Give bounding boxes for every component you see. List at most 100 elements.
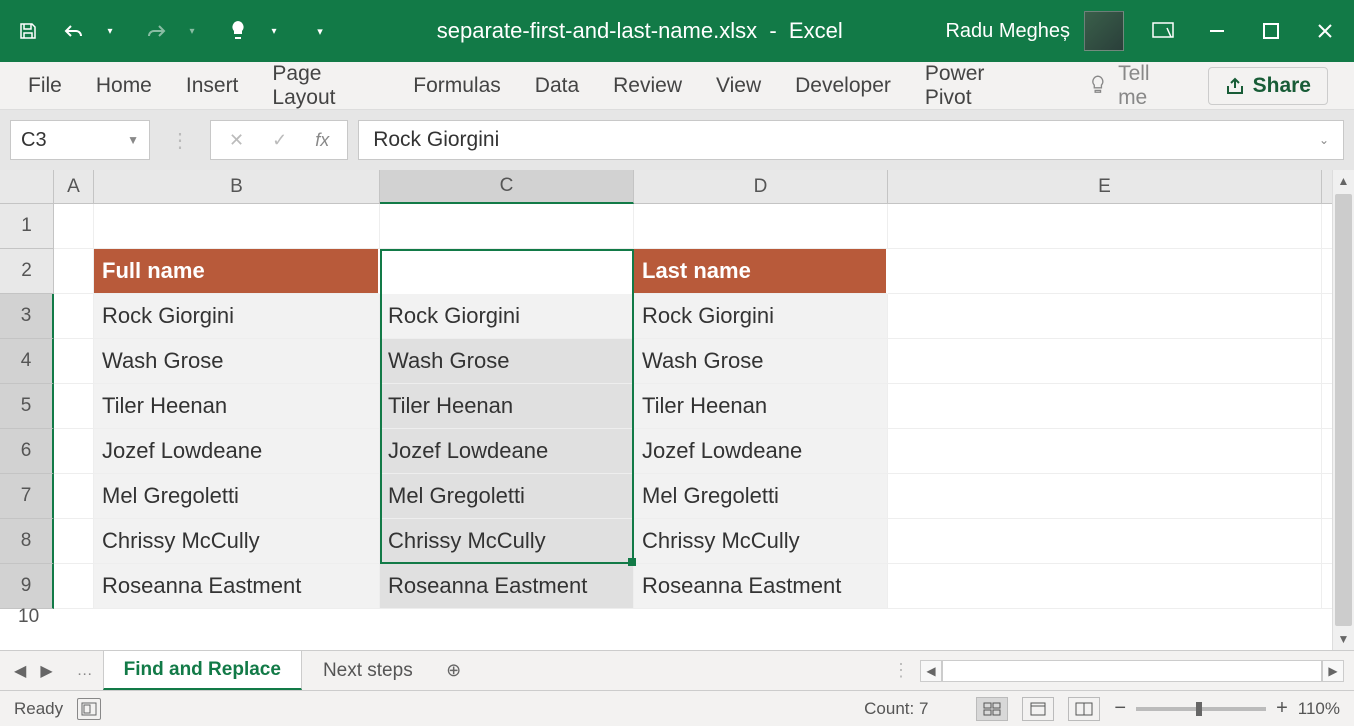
zoom-level[interactable]: 110% xyxy=(1298,699,1340,719)
zoom-slider[interactable] xyxy=(1136,707,1266,711)
table-cell[interactable]: Mel Gregoletti xyxy=(94,474,380,519)
col-header-b[interactable]: B xyxy=(94,170,380,204)
col-header-c[interactable]: C xyxy=(380,170,634,204)
table-cell[interactable]: Tiler Heenan xyxy=(634,384,888,429)
cell[interactable] xyxy=(54,294,94,339)
table-header[interactable]: First name xyxy=(380,249,634,294)
table-cell[interactable]: Mel Gregoletti xyxy=(634,474,888,519)
tab-developer[interactable]: Developer xyxy=(793,68,893,104)
spreadsheet-grid[interactable]: A B C D E 1 2 Full name First name Last … xyxy=(0,170,1354,650)
zoom-in-button[interactable]: + xyxy=(1276,697,1288,720)
table-cell[interactable]: Tiler Heenan xyxy=(94,384,380,429)
table-cell[interactable]: Roseanna Eastment xyxy=(94,564,380,609)
tab-view[interactable]: View xyxy=(714,68,763,104)
cell[interactable] xyxy=(54,474,94,519)
scroll-left-icon[interactable]: ◀ xyxy=(920,660,942,682)
tab-home[interactable]: Home xyxy=(94,68,154,104)
sheet-tab-active[interactable]: Find and Replace xyxy=(103,651,302,690)
view-page-layout-icon[interactable] xyxy=(1022,697,1054,721)
row-header-9[interactable]: 9 xyxy=(0,564,54,609)
zoom-slider-thumb[interactable] xyxy=(1196,702,1202,716)
cell[interactable] xyxy=(888,249,1322,294)
scroll-right-icon[interactable]: ▶ xyxy=(1322,660,1344,682)
row-header-3[interactable]: 3 xyxy=(0,294,54,339)
sheet-nav-prev-icon[interactable]: ◀ xyxy=(10,659,30,683)
save-icon[interactable] xyxy=(14,17,42,45)
ideas-icon[interactable] xyxy=(224,17,252,45)
formula-input[interactable]: Rock Giorgini ⌄ xyxy=(358,120,1344,160)
col-header-d[interactable]: D xyxy=(634,170,888,204)
zoom-out-button[interactable]: − xyxy=(1114,697,1126,720)
horizontal-scrollbar[interactable]: ◀ ▶ xyxy=(920,660,1344,682)
select-all-corner[interactable] xyxy=(0,170,54,204)
ribbon-display-icon[interactable] xyxy=(1148,16,1178,46)
scroll-down-icon[interactable]: ▼ xyxy=(1333,628,1354,650)
row-header-5[interactable]: 5 xyxy=(0,384,54,429)
redo-dropdown-icon[interactable]: ▾ xyxy=(178,17,206,45)
minimize-icon[interactable] xyxy=(1202,16,1232,46)
cell[interactable] xyxy=(54,249,94,294)
table-cell[interactable]: Tiler Heenan xyxy=(380,384,634,429)
col-header-a[interactable]: A xyxy=(54,170,94,204)
tab-insert[interactable]: Insert xyxy=(184,68,241,104)
table-cell[interactable]: Chrissy McCully xyxy=(94,519,380,564)
table-cell[interactable]: Roseanna Eastment xyxy=(634,564,888,609)
cell[interactable] xyxy=(888,474,1322,519)
cell[interactable] xyxy=(888,339,1322,384)
sheet-tabs-ellipsis[interactable]: … xyxy=(67,662,103,680)
cell[interactable] xyxy=(634,204,888,249)
table-header[interactable]: Full name xyxy=(94,249,380,294)
name-box-dropdown-icon[interactable]: ▼ xyxy=(127,133,139,147)
table-cell[interactable]: Jozef Lowdeane xyxy=(380,429,634,474)
table-cell[interactable]: Rock Giorgini xyxy=(380,294,634,339)
table-cell[interactable]: Chrissy McCully xyxy=(634,519,888,564)
insert-function-icon[interactable]: fx xyxy=(315,130,329,151)
cancel-formula-icon[interactable]: ✕ xyxy=(229,130,244,151)
table-cell[interactable]: Wash Grose xyxy=(380,339,634,384)
view-page-break-icon[interactable] xyxy=(1068,697,1100,721)
row-header-1[interactable]: 1 xyxy=(0,204,54,249)
cell[interactable] xyxy=(380,204,634,249)
sheet-tab-resize-handle[interactable]: ⋮ xyxy=(882,660,920,681)
tab-power-pivot[interactable]: Power Pivot xyxy=(923,56,1029,116)
row-header-6[interactable]: 6 xyxy=(0,429,54,474)
table-cell[interactable]: Wash Grose xyxy=(94,339,380,384)
close-icon[interactable] xyxy=(1310,16,1340,46)
cell[interactable] xyxy=(888,294,1322,339)
row-header-4[interactable]: 4 xyxy=(0,339,54,384)
table-header[interactable]: Last name xyxy=(634,249,888,294)
cell[interactable] xyxy=(54,429,94,474)
user-account[interactable]: Radu Megheș xyxy=(945,11,1124,51)
expand-formula-bar-icon[interactable]: ⌄ xyxy=(1319,133,1329,147)
sheet-nav-next-icon[interactable]: ▶ xyxy=(36,659,56,683)
tab-review[interactable]: Review xyxy=(611,68,684,104)
share-button[interactable]: Share xyxy=(1208,67,1328,105)
tell-me-search[interactable]: Tell me xyxy=(1088,62,1177,110)
table-cell[interactable]: Roseanna Eastment xyxy=(380,564,634,609)
sheet-tab-other[interactable]: Next steps xyxy=(302,651,434,690)
view-normal-icon[interactable] xyxy=(976,697,1008,721)
cell[interactable] xyxy=(888,519,1322,564)
redo-icon[interactable] xyxy=(142,17,170,45)
cell[interactable] xyxy=(54,339,94,384)
tab-page-layout[interactable]: Page Layout xyxy=(270,56,381,116)
cell[interactable] xyxy=(54,384,94,429)
new-sheet-button[interactable]: ⊕ xyxy=(434,651,474,690)
cell[interactable] xyxy=(54,564,94,609)
cell[interactable] xyxy=(54,519,94,564)
row-header-10-partial[interactable]: 10 xyxy=(18,606,39,628)
scroll-up-icon[interactable]: ▲ xyxy=(1333,170,1354,192)
vertical-scrollbar[interactable]: ▲ ▼ xyxy=(1332,170,1354,650)
tab-data[interactable]: Data xyxy=(533,68,581,104)
ideas-dropdown-icon[interactable]: ▾ xyxy=(260,17,288,45)
horizontal-scroll-track[interactable] xyxy=(942,660,1322,682)
table-cell[interactable]: Jozef Lowdeane xyxy=(634,429,888,474)
table-cell[interactable]: Mel Gregoletti xyxy=(380,474,634,519)
cell[interactable] xyxy=(888,429,1322,474)
undo-icon[interactable] xyxy=(60,17,88,45)
cell[interactable] xyxy=(94,204,380,249)
cell[interactable] xyxy=(888,204,1322,249)
vertical-scroll-thumb[interactable] xyxy=(1335,194,1352,626)
row-header-8[interactable]: 8 xyxy=(0,519,54,564)
enter-formula-icon[interactable]: ✓ xyxy=(272,130,287,151)
